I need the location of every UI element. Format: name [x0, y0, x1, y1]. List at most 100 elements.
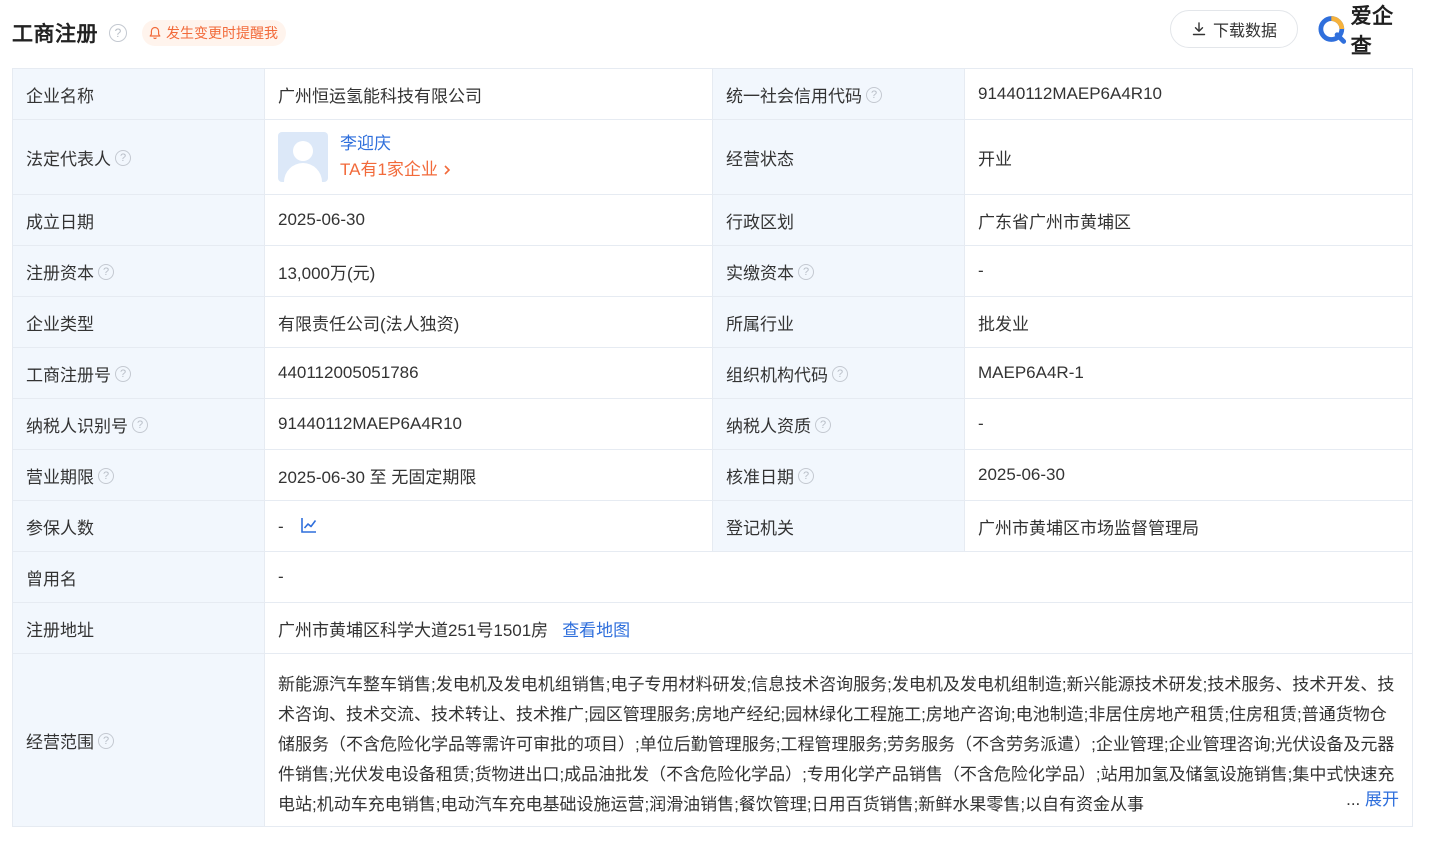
bell-icon: [149, 26, 161, 40]
help-icon[interactable]: ?: [832, 366, 848, 383]
help-icon[interactable]: ?: [798, 264, 814, 281]
table-row: 注册地址 广州市黄埔区科学大道251号1501房 查看地图: [12, 602, 1413, 654]
industry-label: 所属行业: [712, 296, 965, 348]
reg-no-label-cell: 工商注册号?: [12, 347, 265, 399]
authority-value: 广州市黄埔区市场监督管理局: [964, 500, 1413, 552]
scope-label: 经营范围: [26, 732, 94, 752]
org-code-value: MAEP6A4R-1: [964, 347, 1413, 399]
registration-info-table: 企业名称 广州恒运氢能科技有限公司 统一社会信用代码? 91440112MAEP…: [12, 68, 1413, 827]
remind-label: 发生变更时提醒我: [166, 25, 278, 41]
insured-cell: -: [264, 500, 713, 552]
scope-expand-area: ... 展开: [1312, 785, 1399, 815]
logo-text: 爱企查: [1350, 5, 1394, 58]
status-value: 开业: [964, 119, 1413, 195]
legal-rep-companies-link[interactable]: TA有1家企业: [340, 157, 453, 183]
table-row: 经营范围? 新能源汽车整车销售;发电机及发电机组销售;电子专用材料研发;信息技术…: [12, 653, 1413, 827]
scope-cell: 新能源汽车整车销售;发电机及发电机组销售;电子专用材料研发;信息技术咨询服务;发…: [264, 653, 1413, 827]
found-date-value: 2025-06-30: [264, 194, 713, 246]
scope-value: 新能源汽车整车销售;发电机及发电机组销售;电子专用材料研发;信息技术咨询服务;发…: [278, 675, 1395, 814]
region-value: 广东省广州市黄埔区: [964, 194, 1413, 246]
taxpayer-id-label-cell: 纳税人识别号?: [12, 398, 265, 450]
credit-code-label-cell: 统一社会信用代码?: [712, 68, 965, 120]
reg-no-value: 440112005051786: [264, 347, 713, 399]
table-row: 企业名称 广州恒运氢能科技有限公司 统一社会信用代码? 91440112MAEP…: [12, 68, 1413, 120]
term-label-cell: 营业期限?: [12, 449, 265, 501]
table-row: 法定代表人? 李迎庆 TA有1家企业 经营状态 开业: [12, 119, 1413, 195]
company-name-value: 广州恒运氢能科技有限公司: [264, 68, 713, 120]
help-icon[interactable]: ?: [115, 366, 131, 383]
help-icon[interactable]: ?: [109, 24, 127, 42]
help-icon[interactable]: ?: [132, 417, 148, 434]
expand-link[interactable]: 展开: [1365, 790, 1399, 809]
reg-capital-value: 13,000万(元): [264, 245, 713, 297]
company-type-value: 有限责任公司(法人独资): [264, 296, 713, 348]
credit-code-label: 统一社会信用代码: [726, 86, 862, 106]
legal-rep-cell: 李迎庆 TA有1家企业: [264, 119, 713, 195]
legal-rep-name-link[interactable]: 李迎庆: [340, 131, 453, 157]
table-row: 成立日期 2025-06-30 行政区划 广东省广州市黄埔区: [12, 194, 1413, 246]
insured-value: -: [278, 516, 284, 536]
download-data-button[interactable]: 下载数据: [1170, 10, 1298, 48]
company-name-label: 企业名称: [12, 68, 265, 120]
insured-label: 参保人数: [12, 500, 265, 552]
company-type-label: 企业类型: [12, 296, 265, 348]
former-name-label: 曾用名: [12, 551, 265, 603]
section-title: 工商注册: [12, 23, 98, 46]
authority-label: 登记机关: [712, 500, 965, 552]
address-value: 广州市黄埔区科学大道251号1501房: [278, 620, 549, 640]
reg-no-label: 工商注册号: [26, 365, 111, 385]
found-date-label: 成立日期: [12, 194, 265, 246]
table-row: 纳税人识别号? 91440112MAEP6A4R10 纳税人资质? -: [12, 398, 1413, 450]
legal-rep-label-cell: 法定代表人?: [12, 119, 265, 195]
help-icon[interactable]: ?: [798, 468, 814, 485]
paid-capital-value: -: [964, 245, 1413, 297]
scope-label-cell: 经营范围?: [12, 653, 265, 827]
aiqicha-logo[interactable]: 爱企查: [1318, 5, 1412, 58]
ellipsis: ...: [1346, 790, 1361, 809]
table-row: 注册资本? 13,000万(元) 实缴资本? -: [12, 245, 1413, 297]
taxpayer-id-label: 纳税人识别号: [26, 416, 128, 436]
scope-text-block: 新能源汽车整车销售;发电机及发电机组销售;电子专用材料研发;信息技术咨询服务;发…: [278, 665, 1399, 815]
term-label: 营业期限: [26, 467, 94, 487]
credit-code-value: 91440112MAEP6A4R10: [964, 68, 1413, 120]
taxpayer-qual-label-cell: 纳税人资质?: [712, 398, 965, 450]
help-icon[interactable]: ?: [115, 150, 131, 167]
help-icon[interactable]: ?: [815, 417, 831, 434]
help-icon[interactable]: ?: [98, 468, 114, 485]
org-code-label: 组织机构代码: [726, 365, 828, 385]
term-value: 2025-06-30 至 无固定期限: [264, 449, 713, 501]
former-name-value: -: [264, 551, 1413, 603]
table-row: 曾用名 -: [12, 551, 1413, 603]
address-cell: 广州市黄埔区科学大道251号1501房 查看地图: [264, 602, 1413, 654]
download-icon: [1192, 22, 1206, 36]
chevron-right-icon: [444, 165, 451, 175]
industry-value: 批发业: [964, 296, 1413, 348]
help-icon[interactable]: ?: [866, 87, 882, 104]
download-label: 下载数据: [1212, 23, 1277, 40]
table-row: 营业期限? 2025-06-30 至 无固定期限 核准日期? 2025-06-3…: [12, 449, 1413, 501]
change-reminder-button[interactable]: 发生变更时提醒我: [142, 20, 286, 46]
approval-date-label-cell: 核准日期?: [712, 449, 965, 501]
help-icon[interactable]: ?: [98, 264, 114, 281]
approval-date-value: 2025-06-30: [964, 449, 1413, 501]
table-row: 企业类型 有限责任公司(法人独资) 所属行业 批发业: [12, 296, 1413, 348]
approval-date-label: 核准日期: [726, 467, 794, 487]
address-label: 注册地址: [12, 602, 265, 654]
taxpayer-qual-value: -: [964, 398, 1413, 450]
paid-capital-label-cell: 实缴资本?: [712, 245, 965, 297]
logo-icon: [1318, 16, 1347, 44]
taxpayer-qual-label: 纳税人资质: [726, 416, 811, 436]
table-row: 参保人数 - 登记机关 广州市黄埔区市场监督管理局: [12, 500, 1413, 552]
help-icon[interactable]: ?: [98, 733, 114, 750]
status-label: 经营状态: [712, 119, 965, 195]
reg-capital-label: 注册资本: [26, 263, 94, 283]
org-code-label-cell: 组织机构代码?: [712, 347, 965, 399]
legal-rep-count: TA有1家企业: [340, 160, 438, 179]
legal-rep-label: 法定代表人: [26, 149, 111, 169]
trend-chart-icon[interactable]: [300, 516, 318, 534]
section-header: 工商注册 ? 发生变更时提醒我 下载数据 爱企查: [12, 5, 1412, 58]
region-label: 行政区划: [712, 194, 965, 246]
reg-capital-label-cell: 注册资本?: [12, 245, 265, 297]
view-map-link[interactable]: 查看地图: [562, 621, 630, 640]
avatar[interactable]: [278, 132, 328, 182]
